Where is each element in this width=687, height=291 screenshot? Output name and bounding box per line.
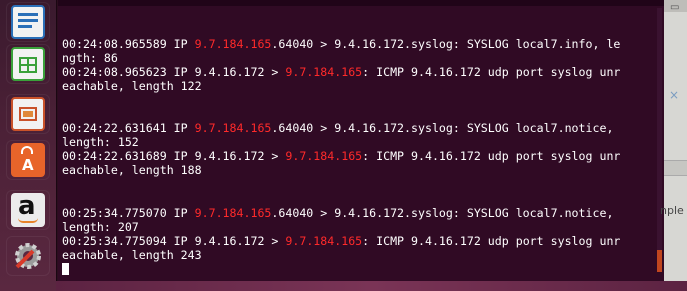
terminal-top-edge: [58, 0, 664, 6]
terminal-line: 00:25:34.775094 IP 9.4.16.172 > 9.7.184.…: [62, 234, 621, 249]
log-text: length: 152: [62, 135, 139, 149]
log-text: eachable, length 122: [62, 79, 202, 93]
close-icon[interactable]: ×: [669, 88, 679, 102]
log-text: 00:24:22.631689 IP 9.4.16.172 >: [62, 149, 286, 163]
terminal-line: 00:24:08.965589 IP 9.7.184.165.64040 > 9…: [62, 37, 621, 52]
launcher-impress[interactable]: [6, 94, 50, 134]
launcher-amazon[interactable]: a: [6, 190, 50, 230]
presentation-icon: [11, 97, 45, 131]
unity-launcher: A a: [0, 0, 57, 291]
shopping-bag-icon: A: [11, 143, 45, 177]
terminal-line: eachable, length 122: [62, 79, 202, 94]
background-window[interactable]: ▭ × nple: [660, 0, 687, 291]
writer-icon: [11, 5, 45, 39]
log-text: : ICMP 9.4.16.172 udp port syslog unr: [362, 65, 621, 79]
terminal-line: 00:24:22.631641 IP 9.7.184.165.64040 > 9…: [62, 121, 614, 136]
terminal-line: ngth: 86: [62, 51, 118, 66]
terminal-line: eachable, length 243: [62, 248, 202, 263]
terminal-line: 00:24:08.965623 IP 9.4.16.172 > 9.7.184.…: [62, 65, 621, 80]
log-text: .64040 > 9.4.16.172.syslog: SYSLOG local…: [271, 37, 621, 51]
log-text: 00:24:22.631641 IP: [62, 121, 195, 135]
launcher-calc[interactable]: [6, 44, 50, 84]
log-text: .64040 > 9.4.16.172.syslog: SYSLOG local…: [271, 206, 614, 220]
log-text: : ICMP 9.4.16.172 udp port syslog unr: [362, 234, 621, 248]
log-text: 00:25:34.775094 IP 9.4.16.172 >: [62, 234, 286, 248]
log-text: .64040 > 9.4.16.172.syslog: SYSLOG local…: [271, 121, 614, 135]
log-text: length: 207: [62, 220, 139, 234]
highlighted-ip: 9.7.184.165: [194, 206, 272, 220]
background-window-toolbar: [664, 160, 687, 176]
highlighted-ip: 9.7.184.165: [194, 37, 272, 51]
highlighted-ip: 9.7.184.165: [194, 121, 272, 135]
log-text: eachable, length 188: [62, 163, 202, 177]
text-cursor: [62, 263, 69, 275]
amazon-icon: a: [11, 191, 45, 227]
highlighted-ip: 9.7.184.165: [285, 65, 363, 79]
terminal-cursor-line: [62, 263, 69, 277]
terminal-line: length: 207: [62, 220, 139, 235]
terminal-window[interactable]: 00:24:08.965589 IP 9.7.184.165.64040 > 9…: [58, 0, 664, 281]
log-text: : ICMP 9.4.16.172 udp port syslog unr: [362, 149, 621, 163]
log-text: 00:24:08.965623 IP 9.4.16.172 >: [62, 65, 286, 79]
terminal-line: 00:24:22.631689 IP 9.4.16.172 > 9.7.184.…: [62, 149, 621, 164]
spreadsheet-icon: [11, 47, 45, 81]
log-text: eachable, length 243: [62, 248, 202, 262]
launcher-software-center[interactable]: A: [6, 140, 50, 180]
desktop-bottom-edge: [56, 281, 687, 291]
settings-gear-icon: [11, 239, 45, 273]
terminal-line: length: 152: [62, 135, 139, 150]
launcher-writer[interactable]: [6, 2, 50, 42]
background-window-text: nple: [660, 204, 684, 217]
terminal-scroll-thumb[interactable]: [657, 250, 662, 272]
launcher-system-settings[interactable]: [6, 236, 50, 276]
log-text: 00:25:34.775070 IP: [62, 206, 195, 220]
log-text: 00:24:08.965589 IP: [62, 37, 195, 51]
highlighted-ip: 9.7.184.165: [285, 234, 363, 248]
terminal-line: 00:25:34.775070 IP 9.7.184.165.64040 > 9…: [62, 206, 614, 221]
maximize-icon[interactable]: ▭: [670, 2, 679, 13]
highlighted-ip: 9.7.184.165: [285, 149, 363, 163]
log-text: ngth: 86: [62, 51, 118, 65]
terminal-scrollbar[interactable]: [657, 8, 662, 270]
terminal-line: eachable, length 188: [62, 163, 202, 178]
